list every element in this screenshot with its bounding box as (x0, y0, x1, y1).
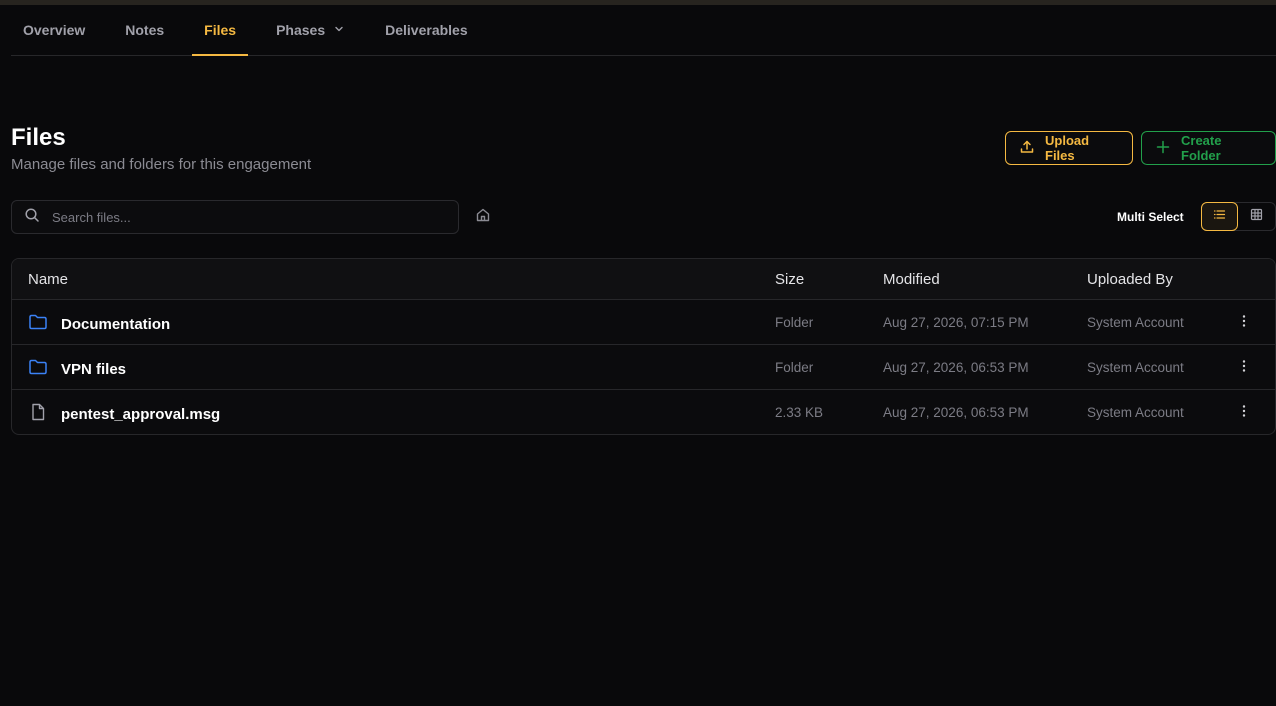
view-mode-toggle (1201, 202, 1276, 231)
table-row[interactable]: Documentation Folder Aug 27, 2026, 07:15… (12, 300, 1275, 345)
file-name: pentest_approval.msg (61, 405, 221, 423)
upload-icon (1019, 139, 1035, 158)
more-vertical-icon (1237, 359, 1251, 378)
row-actions-button[interactable] (1234, 313, 1254, 333)
tab-notes[interactable]: Notes (113, 5, 176, 55)
file-modified: Aug 27, 2026, 06:53 PM (883, 405, 1029, 420)
search-input[interactable] (52, 209, 432, 225)
folder-icon (28, 312, 48, 336)
tab-label: Deliverables (385, 22, 468, 38)
file-size: Folder (775, 360, 814, 375)
tab-label: Overview (23, 22, 86, 38)
upload-files-button[interactable]: Upload Files (1005, 131, 1133, 165)
file-uploaded-by: System Account (1087, 360, 1184, 375)
grid-view-button[interactable] (1238, 202, 1275, 231)
file-name-cell[interactable]: VPN files (28, 357, 126, 381)
home-icon (475, 207, 491, 228)
column-header-name[interactable]: Name (28, 271, 68, 288)
tab-deliverables[interactable]: Deliverables (373, 5, 480, 55)
file-name: VPN files (61, 360, 127, 378)
tab-files[interactable]: Files (192, 5, 248, 56)
tab-phases[interactable]: Phases (264, 5, 357, 55)
tab-label: Notes (125, 22, 165, 38)
file-uploaded-by: System Account (1087, 405, 1184, 420)
file-size: Folder (775, 315, 814, 330)
table-row[interactable]: pentest_approval.msg 2.33 KB Aug 27, 202… (12, 390, 1275, 434)
upload-files-label: Upload Files (1045, 133, 1090, 163)
file-modified: Aug 27, 2026, 06:53 PM (883, 360, 1029, 375)
list-view-button[interactable] (1201, 202, 1238, 231)
file-icon (28, 402, 48, 426)
tab-bar: Overview Notes Files Phases Deliverables (11, 5, 1276, 56)
column-header-size[interactable]: Size (775, 271, 804, 288)
plus-icon (1155, 139, 1171, 158)
multi-select-toggle[interactable]: Multi Select (1117, 210, 1184, 224)
create-folder-button[interactable]: Create Folder (1141, 131, 1276, 165)
tab-label: Files (204, 22, 237, 38)
tab-overview[interactable]: Overview (11, 5, 97, 55)
grid-icon (1250, 208, 1263, 226)
row-actions-button[interactable] (1234, 403, 1254, 423)
file-modified: Aug 27, 2026, 07:15 PM (883, 315, 1029, 330)
file-uploaded-by: System Account (1087, 315, 1184, 330)
page-title: Files (11, 124, 66, 151)
row-actions-button[interactable] (1234, 358, 1254, 378)
tab-label: Phases (276, 22, 326, 38)
folder-icon (28, 357, 48, 381)
file-size: 2.33 KB (775, 405, 824, 420)
home-button[interactable] (473, 207, 493, 227)
file-name-cell[interactable]: Documentation (28, 312, 170, 336)
page-subtitle: Manage files and folders for this engage… (11, 156, 312, 173)
file-name-cell[interactable]: pentest_approval.msg (28, 402, 220, 426)
create-folder-label: Create Folder (1181, 133, 1222, 163)
table-row[interactable]: VPN files Folder Aug 27, 2026, 06:53 PM … (12, 345, 1275, 390)
table-header: Name Size Modified Uploaded By (12, 259, 1275, 300)
more-vertical-icon (1237, 314, 1251, 333)
chevron-down-icon (333, 22, 345, 38)
search-icon (24, 207, 40, 228)
list-icon (1213, 208, 1226, 226)
file-name: Documentation (61, 315, 171, 333)
files-table: Name Size Modified Uploaded By Documenta… (11, 258, 1276, 435)
column-header-modified[interactable]: Modified (883, 271, 940, 288)
search-box (11, 200, 459, 234)
more-vertical-icon (1237, 404, 1251, 423)
column-header-uploaded-by[interactable]: Uploaded By (1087, 271, 1173, 288)
